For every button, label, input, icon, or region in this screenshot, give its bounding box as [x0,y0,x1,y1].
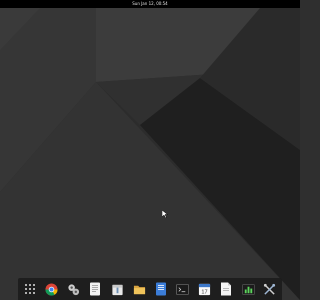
document-icon[interactable] [219,282,233,296]
file-manager-icon[interactable] [132,282,146,296]
calendar-icon[interactable]: 17 [198,282,212,296]
text-editor-icon[interactable] [88,282,102,296]
system-monitor-icon[interactable] [241,282,255,296]
mouse-cursor-icon [162,210,168,218]
wallpaper [0,0,300,300]
dock: 17 [18,278,282,300]
desktop: Sun Jan 12, 00:54 17 [0,0,300,300]
calendar-day: 17 [201,289,207,295]
tools-icon[interactable] [263,282,277,296]
terminal-icon[interactable] [176,282,190,296]
top-bar: Sun Jan 12, 00:54 [0,0,300,8]
archive-manager-icon[interactable] [110,282,124,296]
document-viewer-icon[interactable] [154,282,168,296]
settings-icon[interactable] [67,282,81,296]
chrome-icon[interactable] [45,282,59,296]
clock[interactable]: Sun Jan 12, 00:54 [132,0,167,8]
app-grid-icon[interactable] [23,282,37,296]
